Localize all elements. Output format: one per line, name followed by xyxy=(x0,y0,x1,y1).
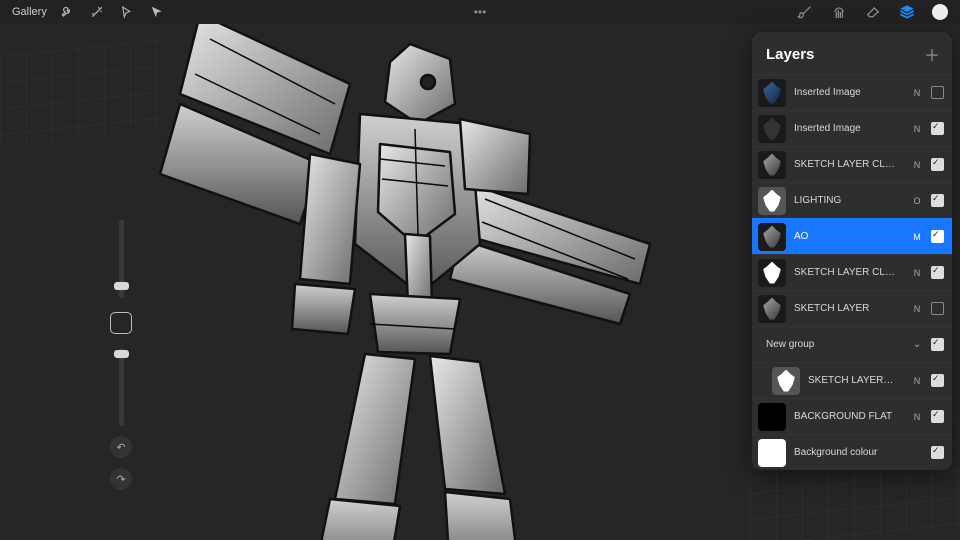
move-icon[interactable] xyxy=(149,4,165,20)
layer-row[interactable]: New group ⌄ xyxy=(752,326,952,362)
artwork-image xyxy=(110,24,670,540)
layer-row[interactable]: Background colour xyxy=(752,434,952,470)
layer-thumbnail xyxy=(758,223,786,251)
layer-thumbnail xyxy=(758,115,786,143)
layer-name-label: BACKGROUND FLAT xyxy=(794,411,903,422)
undo-button[interactable]: ↶ xyxy=(110,436,132,458)
layer-name-label: SKETCH LAYER xyxy=(794,303,903,314)
layer-row[interactable]: AO M xyxy=(752,218,952,254)
layer-row[interactable]: LIGHTING O xyxy=(752,182,952,218)
layer-row[interactable]: SKETCH LAYER CL… N xyxy=(752,254,952,290)
layer-thumbnail xyxy=(772,367,800,395)
layer-visibility-checkbox[interactable] xyxy=(931,230,944,243)
layer-row[interactable]: SKETCH LAYER N xyxy=(752,290,952,326)
layer-visibility-checkbox[interactable] xyxy=(931,266,944,279)
layer-name-label: Inserted Image xyxy=(794,87,903,98)
layer-thumbnail xyxy=(758,79,786,107)
select-icon[interactable] xyxy=(119,4,135,20)
layer-blend-mode[interactable]: N xyxy=(911,268,923,278)
top-toolbar: Gallery ••• xyxy=(0,0,960,24)
brush-icon[interactable] xyxy=(796,3,814,21)
layer-thumbnail xyxy=(758,439,786,467)
layer-visibility-checkbox[interactable] xyxy=(931,446,944,459)
layer-visibility-checkbox[interactable] xyxy=(931,302,944,315)
wand-icon[interactable] xyxy=(89,4,105,20)
wrench-icon[interactable] xyxy=(59,4,75,20)
layer-thumbnail xyxy=(758,295,786,323)
layer-row[interactable]: BACKGROUND FLAT N xyxy=(752,398,952,434)
layer-blend-mode[interactable]: N xyxy=(911,160,923,170)
layer-visibility-checkbox[interactable] xyxy=(931,338,944,351)
modify-menu-icon[interactable]: ••• xyxy=(474,5,487,19)
layer-blend-mode[interactable]: N xyxy=(911,88,923,98)
layer-name-label: SKETCH LAYER CL… xyxy=(794,267,903,278)
chevron-down-icon[interactable]: ⌄ xyxy=(911,339,923,350)
layer-blend-mode[interactable]: O xyxy=(911,196,923,206)
layer-visibility-checkbox[interactable] xyxy=(931,374,944,387)
layer-name-label: LIGHTING xyxy=(794,195,903,206)
layer-visibility-checkbox[interactable] xyxy=(931,86,944,99)
top-right-tool-icons xyxy=(796,0,948,24)
layers-panel: Layers ＋ Inserted ImageNInserted ImageNS… xyxy=(752,32,952,470)
add-layer-button[interactable]: ＋ xyxy=(924,42,940,66)
layer-thumbnail xyxy=(758,403,786,431)
gallery-button[interactable]: Gallery xyxy=(12,6,47,18)
top-left-tool-icons xyxy=(59,4,165,20)
layer-name-label: AO xyxy=(794,231,903,242)
brush-sidebar: ↶ ↷ xyxy=(107,220,135,520)
layer-name-label: New group xyxy=(766,339,903,350)
layer-blend-mode[interactable]: N xyxy=(911,412,923,422)
layer-row[interactable]: Inserted Image N xyxy=(752,110,952,146)
layer-thumbnail xyxy=(758,259,786,287)
modify-tool-button[interactable] xyxy=(110,312,132,334)
brush-opacity-slider[interactable] xyxy=(119,348,124,426)
layer-visibility-checkbox[interactable] xyxy=(931,122,944,135)
layer-blend-mode[interactable]: N xyxy=(911,124,923,134)
layer-row[interactable]: SKETCH LAYER CL… N xyxy=(752,146,952,182)
layer-name-label: Inserted Image xyxy=(794,123,903,134)
layer-thumbnail xyxy=(758,151,786,179)
layer-visibility-checkbox[interactable] xyxy=(931,158,944,171)
eraser-icon[interactable] xyxy=(864,3,882,21)
color-icon[interactable] xyxy=(932,4,948,20)
brush-size-slider[interactable] xyxy=(119,220,124,298)
smudge-icon[interactable] xyxy=(830,3,848,21)
layer-row[interactable]: Inserted Image N xyxy=(752,74,952,110)
layer-name-label: Background colour xyxy=(794,447,903,458)
layer-name-label: SKETCH LAYER… xyxy=(808,375,903,386)
layers-panel-header: Layers ＋ xyxy=(752,32,952,74)
layer-blend-mode[interactable]: M xyxy=(911,232,923,242)
layer-blend-mode[interactable]: N xyxy=(911,376,923,386)
layer-blend-mode[interactable]: N xyxy=(911,304,923,314)
redo-button[interactable]: ↷ xyxy=(110,468,132,490)
layer-visibility-checkbox[interactable] xyxy=(931,194,944,207)
layers-panel-title: Layers xyxy=(766,46,814,63)
layer-visibility-checkbox[interactable] xyxy=(931,410,944,423)
layer-name-label: SKETCH LAYER CL… xyxy=(794,159,903,170)
layer-row[interactable]: SKETCH LAYER… N xyxy=(752,362,952,398)
layer-thumbnail xyxy=(758,187,786,215)
layers-icon[interactable] xyxy=(898,3,916,21)
layers-list: Inserted ImageNInserted ImageNSKETCH LAY… xyxy=(752,74,952,470)
